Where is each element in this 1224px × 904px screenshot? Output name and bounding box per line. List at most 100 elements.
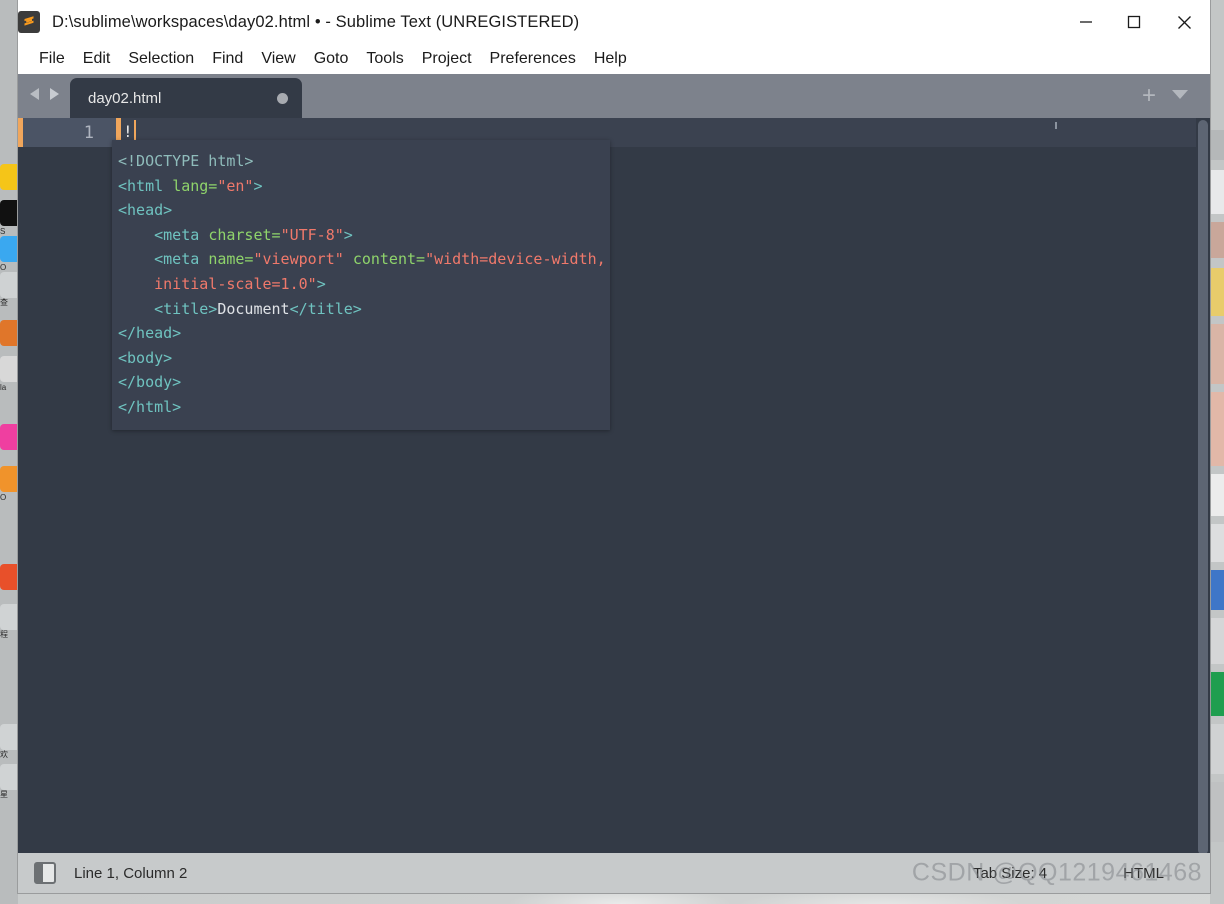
title-bar: D:\sublime\workspaces\day02.html • - Sub… bbox=[18, 0, 1210, 44]
desktop-icon[interactable] bbox=[0, 560, 18, 600]
desktop-icon[interactable] bbox=[0, 160, 18, 200]
desktop-icon[interactable]: 欢 bbox=[0, 720, 18, 760]
desktop-edge-band bbox=[1210, 782, 1224, 842]
editor-area[interactable]: 1 ! <!DOCTYPE html> <html lang="en"> <head… bbox=[18, 118, 1210, 853]
desktop-right-edge-strip bbox=[1210, 0, 1224, 904]
desktop-edge-band bbox=[1210, 130, 1224, 160]
menu-item-file[interactable]: File bbox=[30, 44, 74, 74]
sidebar-toggle-icon[interactable] bbox=[34, 862, 56, 884]
code-token: "UTF-8" bbox=[280, 225, 344, 244]
desktop-icon-label: 星 bbox=[0, 790, 8, 799]
menu-item-tools[interactable]: Tools bbox=[357, 44, 412, 74]
status-cursor-position: Line 1, Column 2 bbox=[74, 864, 188, 882]
desktop-icon[interactable]: 查 bbox=[0, 268, 18, 308]
code-token: initial-scale=1.0" bbox=[154, 274, 317, 293]
tab-nav-arrows bbox=[18, 74, 70, 118]
menu-item-preferences[interactable]: Preferences bbox=[481, 44, 585, 74]
code-token: "viewport" bbox=[253, 250, 344, 269]
desktop-edge-band bbox=[1210, 170, 1224, 214]
new-tab-button[interactable]: + bbox=[1142, 84, 1156, 108]
desktop-icon-glyph bbox=[0, 164, 18, 190]
desktop-icon[interactable]: S bbox=[0, 196, 18, 236]
desktop-edge-band bbox=[1210, 392, 1224, 466]
menu-bar: File Edit Selection Find View Goto Tools… bbox=[18, 44, 1210, 74]
autocomplete-popup[interactable]: <!DOCTYPE html> <html lang="en"> <head> <m… bbox=[112, 140, 610, 430]
window-controls bbox=[1062, 0, 1210, 44]
desktop-icon-glyph bbox=[0, 356, 18, 382]
desktop-icon-label: 程 bbox=[0, 630, 8, 639]
desktop-icon-glyph bbox=[0, 236, 18, 262]
desktop-icon[interactable] bbox=[0, 420, 18, 460]
menu-item-view[interactable]: View bbox=[252, 44, 304, 74]
menu-item-selection[interactable]: Selection bbox=[119, 44, 203, 74]
desktop-icon-glyph bbox=[0, 272, 18, 298]
menu-item-help[interactable]: Help bbox=[585, 44, 636, 74]
desktop-icon-glyph bbox=[0, 200, 18, 226]
menu-item-find[interactable]: Find bbox=[203, 44, 252, 74]
desktop-left-icon-strip: S O 查 la O 程欢星 bbox=[0, 0, 18, 904]
maximize-button[interactable] bbox=[1110, 0, 1158, 44]
code-token: <meta bbox=[118, 250, 209, 269]
code-line: <body> bbox=[112, 346, 610, 371]
code-token: <!DOCTYPE html> bbox=[118, 152, 254, 170]
vertical-scrollbar-track[interactable] bbox=[1196, 118, 1210, 853]
code-line: </body> bbox=[112, 370, 610, 395]
tab-actions: + bbox=[1142, 74, 1210, 118]
desktop-edge-band bbox=[1210, 222, 1224, 258]
desktop-icon-glyph bbox=[0, 320, 18, 346]
minimize-button[interactable] bbox=[1062, 0, 1110, 44]
chevron-down-icon[interactable] bbox=[1170, 87, 1190, 106]
desktop-icon[interactable]: 星 bbox=[0, 760, 18, 800]
menu-item-goto[interactable]: Goto bbox=[305, 44, 358, 74]
line-number-gutter: 1 bbox=[23, 118, 116, 147]
desktop-icon-label: 查 bbox=[0, 298, 8, 307]
nav-forward-icon[interactable] bbox=[47, 86, 61, 107]
desktop-icon[interactable]: la bbox=[0, 352, 18, 392]
status-tab-size[interactable]: Tab Size: 4 bbox=[973, 865, 1047, 882]
code-line: <html lang="en"> bbox=[112, 174, 610, 199]
nav-back-icon[interactable] bbox=[28, 86, 42, 107]
code-line: <head> bbox=[112, 198, 610, 223]
tab-dirty-indicator-icon[interactable] bbox=[277, 92, 288, 104]
menu-item-edit[interactable]: Edit bbox=[74, 44, 120, 74]
desktop-icon[interactable]: 程 bbox=[0, 600, 18, 640]
desktop-edge-band bbox=[1210, 570, 1224, 610]
sublime-text-window: D:\sublime\workspaces\day02.html • - Sub… bbox=[18, 0, 1210, 893]
desktop-edge-band bbox=[1210, 618, 1224, 664]
status-bar-right: Tab Size: 4 HTML bbox=[973, 865, 1210, 882]
minimap-marker bbox=[1055, 122, 1057, 129]
code-line: <meta charset="UTF-8"> bbox=[112, 223, 610, 248]
desktop-icon-label: O bbox=[0, 493, 7, 502]
code-token: </head> bbox=[118, 324, 182, 343]
desktop-icon-label: la bbox=[0, 383, 7, 392]
code-token: </title> bbox=[289, 299, 362, 318]
desktop-edge-band bbox=[1210, 268, 1224, 316]
menu-item-project[interactable]: Project bbox=[413, 44, 481, 74]
code-token: </html> bbox=[118, 397, 182, 416]
desktop-icon-glyph bbox=[0, 604, 18, 630]
desktop-icon[interactable]: O bbox=[0, 232, 18, 272]
code-line: <title>Document</title> bbox=[112, 297, 610, 322]
code-token: <title> bbox=[118, 299, 218, 318]
code-line: <meta name="viewport" content="width=dev… bbox=[112, 247, 610, 272]
line-number: 1 bbox=[83, 122, 94, 143]
code-token: <meta bbox=[118, 225, 209, 244]
desktop-edge-band bbox=[1210, 324, 1224, 384]
close-button[interactable] bbox=[1158, 0, 1210, 44]
desktop-icon[interactable] bbox=[0, 316, 18, 356]
desktop-icon-glyph bbox=[0, 724, 18, 750]
desktop-edge-band bbox=[1210, 724, 1224, 774]
tab-day02-html[interactable]: day02.html bbox=[70, 78, 302, 118]
status-bar: Line 1, Column 2 Tab Size: 4 HTML CSDN @… bbox=[18, 853, 1210, 893]
desktop-icon[interactable]: O bbox=[0, 462, 18, 502]
desktop-edge-band bbox=[1210, 474, 1224, 516]
window-title: D:\sublime\workspaces\day02.html • - Sub… bbox=[52, 12, 580, 31]
desktop-icon-glyph bbox=[0, 424, 18, 450]
tab-label: day02.html bbox=[88, 89, 162, 107]
code-token: Document bbox=[217, 299, 290, 318]
code-line: </html> bbox=[112, 395, 610, 420]
desktop-edge-band bbox=[1210, 672, 1224, 716]
status-syntax[interactable]: HTML bbox=[1123, 865, 1164, 882]
vertical-scrollbar-thumb[interactable] bbox=[1198, 120, 1208, 853]
